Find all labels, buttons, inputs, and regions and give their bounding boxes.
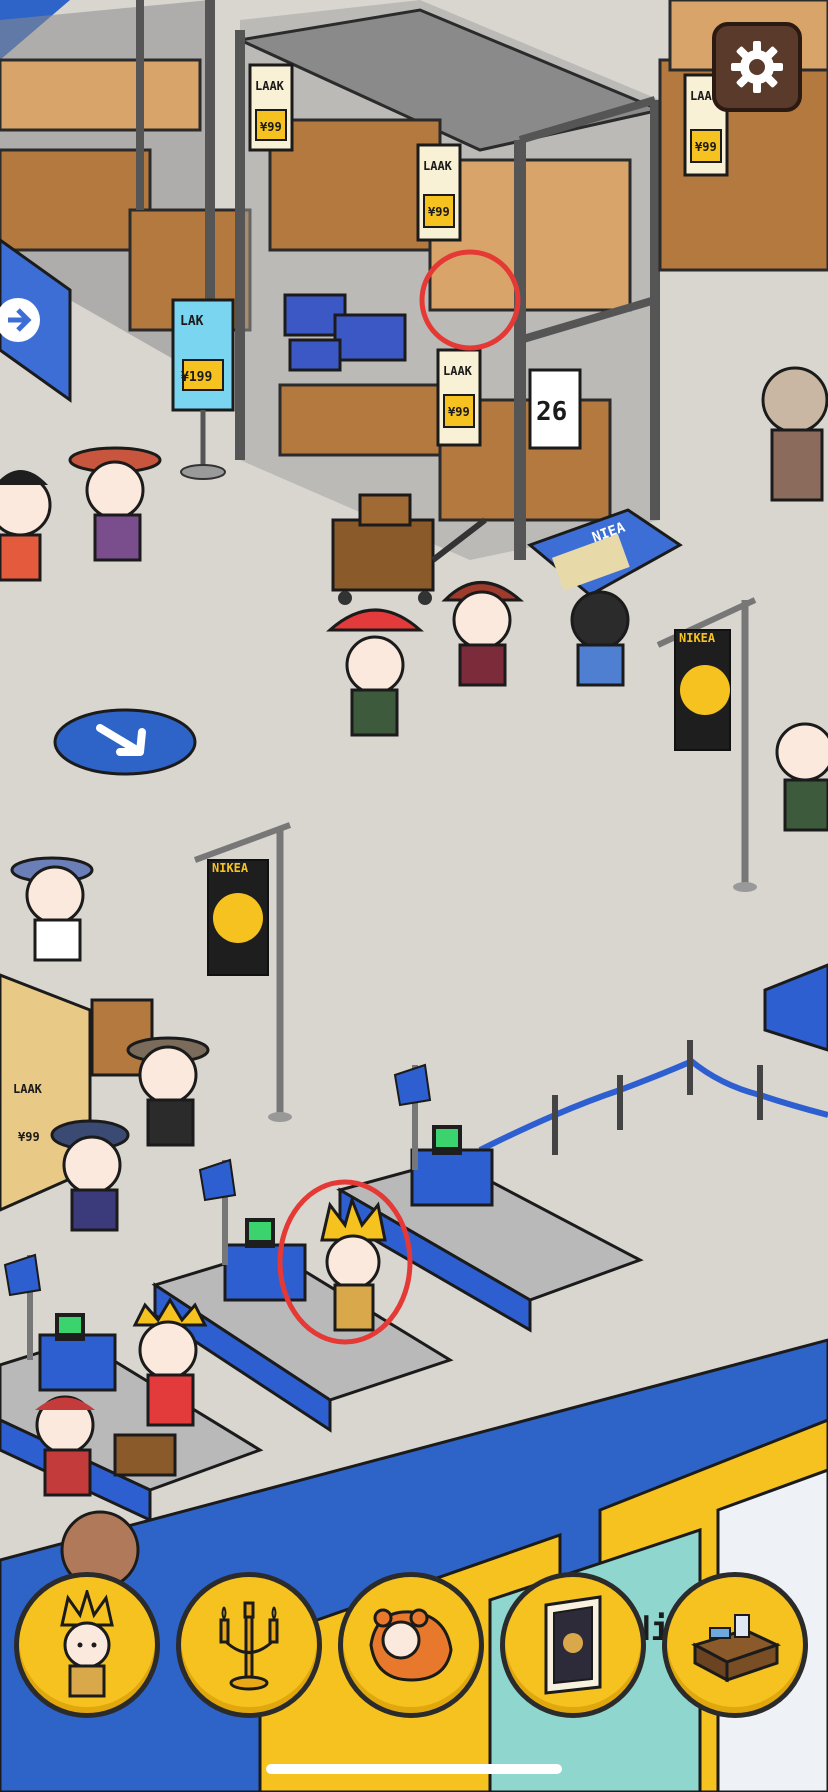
desk-icon xyxy=(691,1614,782,1683)
banner-brand: NIKEA xyxy=(679,631,716,645)
stand-tag-brand: LAK xyxy=(180,314,204,329)
banner-brand: NIKEA xyxy=(212,861,249,875)
price-tag-value: ¥99 xyxy=(695,140,717,154)
floor-direction-arrow xyxy=(53,708,197,776)
price-tag-value: ¥99 xyxy=(428,205,450,219)
crowned-character-icon xyxy=(60,1590,114,1698)
price-tag-brand: LAAK xyxy=(423,159,453,173)
sleeping-bag-icon xyxy=(369,1608,453,1682)
hotbar-slot-picture-frame[interactable] xyxy=(500,1572,646,1718)
store-scene[interactable]: LAAK ¥99 LAAK ¥99 LAAK ¥99 LAAK ¥99 LAAK… xyxy=(0,0,828,1792)
hotbar-slot-candelabra[interactable] xyxy=(176,1572,322,1718)
price-tag-brand: LAAK xyxy=(255,79,285,93)
warehouse-shelf-center xyxy=(234,0,665,560)
price-tag-brand: LAAK xyxy=(13,1082,43,1096)
hotbar-slot-sleeping-bag[interactable] xyxy=(338,1572,484,1718)
settings-button[interactable] xyxy=(712,22,802,112)
shopper[interactable] xyxy=(570,590,630,687)
shopper[interactable] xyxy=(761,366,828,502)
gear-icon xyxy=(731,41,783,93)
price-tag-value: ¥99 xyxy=(18,1130,40,1144)
price-tag-value: ¥99 xyxy=(448,405,470,419)
game-screen[interactable]: LAAK ¥99 LAAK ¥99 LAAK ¥99 LAAK ¥99 LAAK… xyxy=(0,0,828,1792)
stand-tag-value: ¥199 xyxy=(181,370,212,385)
candelabra-icon xyxy=(219,1601,279,1691)
price-tag-brand: LAAK xyxy=(443,364,473,378)
home-indicator[interactable] xyxy=(266,1764,562,1774)
picture-frame-icon xyxy=(544,1595,602,1695)
hotbar-slot-desk[interactable] xyxy=(662,1572,808,1718)
price-tag-value: ¥99 xyxy=(260,120,282,134)
item-hotbar xyxy=(0,1572,828,1722)
hotbar-slot-crowned-kid[interactable] xyxy=(14,1572,160,1718)
shelf-number: 26 xyxy=(536,397,567,427)
